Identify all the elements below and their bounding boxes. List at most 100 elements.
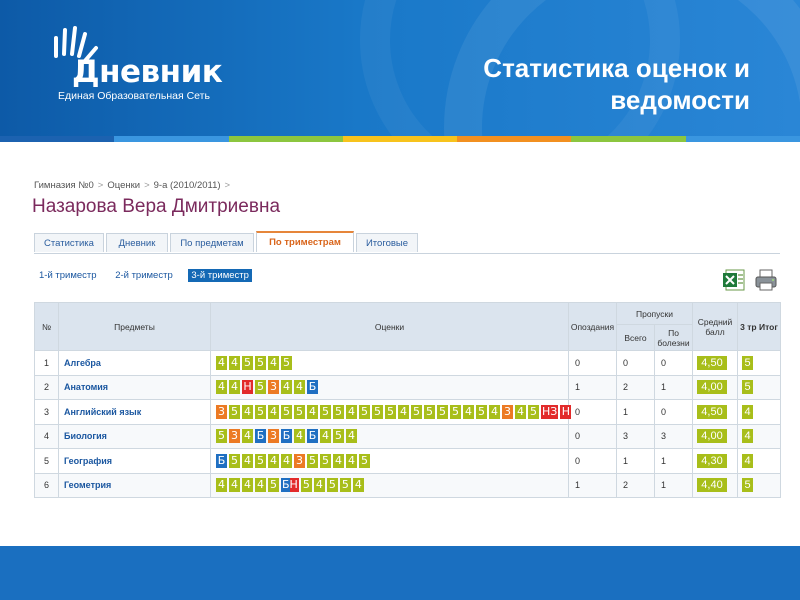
tab-by-subject[interactable]: По предметам bbox=[170, 233, 254, 252]
grade-mark[interactable]: 4 bbox=[515, 404, 526, 419]
grade-mark[interactable]: 5 bbox=[359, 453, 370, 468]
grade-mark[interactable]: 4 bbox=[463, 404, 474, 419]
trimester-1-link[interactable]: 1-й триместр bbox=[36, 269, 100, 282]
grade-mark[interactable]: 5 bbox=[424, 404, 435, 419]
grade-mark[interactable]: 4 bbox=[313, 478, 325, 493]
table-row: 5 География Б 5 4 5 4 4 3 5 5 4 4 5 0 1 1 4,30 4 bbox=[34, 448, 782, 474]
subject-link[interactable]: Алгебра bbox=[58, 350, 211, 376]
subject-link[interactable]: Геометрия bbox=[58, 472, 211, 498]
grade-mark[interactable]: 3 bbox=[268, 429, 279, 444]
grade-mark[interactable]: 4 bbox=[398, 404, 409, 419]
grade-mark[interactable]: 4 bbox=[229, 355, 240, 370]
grade-mark[interactable]: 4 bbox=[294, 429, 305, 444]
tab-diary[interactable]: Дневник bbox=[106, 233, 168, 252]
breadcrumb-school[interactable]: Гимназия №0 bbox=[34, 180, 94, 191]
student-name: Назарова Вера Дмитриевна bbox=[32, 196, 281, 217]
late-count: 0 bbox=[568, 399, 617, 425]
grade-mark[interactable]: 5 bbox=[294, 404, 305, 419]
grade-mark[interactable]: 4 bbox=[307, 404, 318, 419]
grade-mark[interactable]: 5 bbox=[326, 478, 338, 493]
subject-link[interactable]: Анатомия bbox=[58, 374, 211, 400]
grade-mark[interactable]: 4 bbox=[320, 429, 331, 444]
grade-mark[interactable]: 5 bbox=[411, 404, 422, 419]
grade-mark[interactable]: 5 bbox=[528, 404, 539, 419]
grade-mark[interactable]: Б bbox=[255, 429, 266, 444]
grade-mark[interactable]: 4 bbox=[268, 355, 279, 370]
tab-final[interactable]: Итоговые bbox=[356, 233, 418, 252]
grade-mark[interactable]: 5 bbox=[333, 404, 344, 419]
grade-mark[interactable]: Н bbox=[560, 404, 572, 419]
subject-link[interactable]: Биология bbox=[58, 423, 211, 449]
subject-link[interactable]: География bbox=[58, 448, 211, 474]
excel-icon[interactable] bbox=[722, 268, 746, 292]
grade-mark[interactable]: 5 bbox=[300, 478, 312, 493]
subject-link[interactable]: Английский язык bbox=[58, 399, 211, 425]
grade-mark[interactable]: 3 bbox=[216, 404, 227, 419]
grade-mark[interactable]: 4 bbox=[216, 380, 227, 395]
grade-mark[interactable]: 5 bbox=[229, 404, 240, 419]
grade-mark[interactable]: БН bbox=[281, 478, 299, 493]
grade-mark[interactable]: 4 bbox=[352, 478, 364, 493]
grade-mark[interactable]: Б bbox=[307, 429, 318, 444]
grade-mark[interactable]: Б bbox=[281, 429, 292, 444]
stripe-segment bbox=[228, 136, 343, 142]
grade-mark[interactable]: 4 bbox=[229, 478, 240, 493]
grade-mark[interactable]: 5 bbox=[437, 404, 448, 419]
grade-mark[interactable]: 4 bbox=[346, 429, 357, 444]
grade-mark[interactable]: 5 bbox=[216, 429, 227, 444]
grade-mark[interactable]: 4 bbox=[242, 453, 253, 468]
breadcrumb-separator: > bbox=[144, 180, 150, 191]
grade-mark[interactable]: 4 bbox=[294, 380, 305, 395]
grade-mark[interactable]: 4 bbox=[242, 404, 253, 419]
grade-mark[interactable]: 5 bbox=[320, 404, 331, 419]
grade-mark[interactable]: 3 bbox=[294, 453, 305, 468]
grade-mark[interactable]: 4 bbox=[489, 404, 500, 419]
grade-mark[interactable]: 5 bbox=[229, 453, 240, 468]
grade-mark[interactable]: 5 bbox=[281, 404, 292, 419]
printer-icon[interactable] bbox=[754, 268, 778, 292]
grade-mark[interactable]: 4 bbox=[333, 453, 344, 468]
grade-mark[interactable]: 5 bbox=[385, 404, 396, 419]
grade-mark[interactable]: 5 bbox=[242, 355, 253, 370]
grade-mark[interactable]: 4 bbox=[346, 404, 357, 419]
grade-mark[interactable]: Н bbox=[242, 380, 253, 395]
grade-mark[interactable]: 4 bbox=[242, 429, 253, 444]
grade-mark[interactable]: 4 bbox=[229, 380, 240, 395]
trimester-3-link[interactable]: 3-й триместр bbox=[188, 269, 252, 282]
grade-mark[interactable]: 4 bbox=[346, 453, 357, 468]
grade-mark[interactable]: 4 bbox=[268, 453, 279, 468]
grade-mark[interactable]: 5 bbox=[255, 355, 266, 370]
grade-mark[interactable]: 4 bbox=[281, 380, 292, 395]
grade-mark[interactable]: 5 bbox=[359, 404, 370, 419]
breadcrumb-grades[interactable]: Оценки bbox=[107, 180, 140, 191]
grade-mark[interactable]: 5 bbox=[255, 453, 266, 468]
grade-mark[interactable]: Б bbox=[307, 380, 318, 395]
grade-mark[interactable]: 4 bbox=[281, 453, 292, 468]
grade-mark[interactable]: 5 bbox=[450, 404, 461, 419]
grade-mark[interactable]: 4 bbox=[216, 355, 227, 370]
grade-mark[interactable]: 3 bbox=[502, 404, 513, 419]
grade-mark[interactable]: 5 bbox=[307, 453, 318, 468]
tab-statistics[interactable]: Статистика bbox=[34, 233, 104, 252]
tab-by-trimester[interactable]: По триместрам bbox=[256, 231, 354, 252]
row-number: 2 bbox=[34, 374, 59, 400]
grade-mark[interactable]: 5 bbox=[255, 404, 266, 419]
grade-mark[interactable]: 5 bbox=[372, 404, 383, 419]
grade-mark[interactable]: 5 bbox=[268, 478, 279, 493]
grade-mark[interactable]: 5 bbox=[255, 380, 266, 395]
grade-mark[interactable]: 4 bbox=[216, 478, 227, 493]
grade-mark[interactable]: 5 bbox=[339, 478, 351, 493]
grade-mark[interactable]: 5 bbox=[476, 404, 487, 419]
grade-mark[interactable]: Б bbox=[216, 453, 227, 468]
grade-mark[interactable]: 4 bbox=[255, 478, 266, 493]
grade-mark[interactable]: 4 bbox=[242, 478, 253, 493]
grade-mark[interactable]: 4 bbox=[268, 404, 279, 419]
grade-mark[interactable]: 5 bbox=[320, 453, 331, 468]
grade-mark[interactable]: 5 bbox=[281, 355, 292, 370]
grade-mark[interactable]: 3 bbox=[268, 380, 279, 395]
grade-mark[interactable]: НЗ bbox=[541, 404, 559, 419]
breadcrumb-class[interactable]: 9-а (2010/2011) bbox=[154, 180, 221, 191]
grade-mark[interactable]: 3 bbox=[229, 429, 240, 444]
trimester-2-link[interactable]: 2-й триместр bbox=[112, 269, 176, 282]
grade-mark[interactable]: 5 bbox=[333, 429, 344, 444]
